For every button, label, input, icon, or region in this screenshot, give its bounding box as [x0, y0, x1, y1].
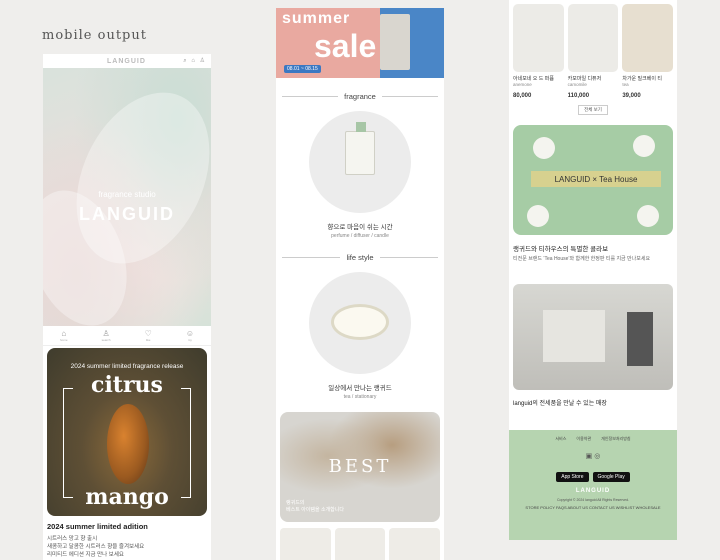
promo-desc-3: 리미티드 에디션 지금 만나 보세요	[47, 552, 124, 558]
hero-subtitle: fragrance studio	[98, 190, 156, 199]
product-list: 아네모네 오 드 퍼퓸 anemone 80,000 카모마일 디퓨저 camo…	[509, 0, 677, 99]
promo-heading: 2024 summer limited adition	[47, 522, 148, 531]
app-store-buttons: App Store Google Play	[513, 472, 673, 482]
store-title: languid의 전세품을 만날 수 있는 매장	[513, 401, 607, 407]
mobile-screen-products: 아네모네 오 드 퍼퓸 anemone 80,000 카모마일 디퓨저 camo…	[509, 0, 677, 540]
chat-icon[interactable]: ▣	[586, 453, 593, 460]
store-shutter	[543, 310, 605, 362]
footer: 서비스 이용약관 개인정보처리방침 ▣ ◎ App Store Google P…	[509, 430, 677, 540]
user-icon[interactable]: ♙	[200, 58, 205, 64]
section-heading-fragrance: fragrance	[276, 92, 444, 101]
tea-desc: 티전문 브랜드 ‘Tea House’와 함께한 한정판 티를 지금 만나보세요	[513, 256, 651, 262]
promo-banner[interactable]: 2024 summer limited fragrance release ci…	[47, 348, 207, 516]
tab-my[interactable]: ☺ my	[185, 328, 194, 342]
footer-link[interactable]: 서비스	[555, 436, 566, 442]
product-card[interactable]: 아네모네 오 드 퍼퓸 anemone 80,000	[513, 4, 564, 99]
tea-title: 랭귀드와 티하우스의 특별한 콜라보	[513, 246, 609, 253]
header-logo[interactable]: LANGUID	[107, 58, 146, 65]
copyright: Copyright © 2024 languid All Rights Rese…	[556, 498, 630, 502]
best-banner[interactable]: BEST 랭귀드의 베스트 아이템을 소개합니다	[280, 412, 440, 522]
mobile-screen-categories: summer sale 08.01 ~ 08.15 fragrance 향으로 …	[276, 8, 444, 560]
mini-product-row	[280, 528, 441, 560]
mobile-screen-home: LANGUID ⌕ ⌂ ♙ fragrance studio LANGUID ⌂…	[43, 54, 211, 560]
mini-product-image[interactable]	[280, 528, 331, 560]
lifestyle-caption: 일상에서 만나는 랭귀드	[328, 385, 392, 392]
heart-icon: ♡	[144, 328, 152, 338]
lifestyle-image[interactable]	[309, 272, 411, 374]
sale-card-image	[380, 14, 410, 70]
product-card[interactable]: 카모마일 디퓨저 camomile 110,000	[567, 4, 619, 99]
best-desc: 랭귀드의 베스트 아이템을 소개합니다	[286, 500, 344, 513]
promo-desc-1: 시트러스 망고 향 출시	[47, 536, 98, 542]
tea-house-banner[interactable]: LANGUID × Tea House	[513, 125, 673, 235]
product-image	[513, 4, 564, 72]
fragrance-caption: 향으로 마음이 쉬는 시간	[327, 224, 393, 231]
sale-banner[interactable]: summer sale 08.01 ~ 08.15	[276, 8, 444, 78]
view-all-button[interactable]: 전체 보기	[578, 105, 608, 115]
product-card[interactable]: 차가운 밀크베이 티 tea 39,000	[622, 4, 674, 99]
fragrance-categories: perfume / diffuser / candle	[331, 233, 389, 239]
promo-title-top: citrus	[91, 372, 163, 398]
tea-house-badge: LANGUID × Tea House	[531, 171, 661, 187]
tab-like[interactable]: ♡ like	[144, 328, 152, 342]
product-price: 39,000	[622, 93, 641, 99]
instagram-icon[interactable]: ◎	[594, 453, 600, 460]
sale-text: sale	[314, 28, 377, 64]
footer-link[interactable]: 이용약관	[576, 436, 591, 442]
promo-subtitle: 2024 summer limited fragrance release	[70, 363, 184, 370]
best-title: BEST	[328, 456, 392, 477]
product-image	[567, 4, 619, 72]
product-name-en: camomile	[567, 82, 587, 87]
hero-banner[interactable]: fragrance studio LANGUID	[43, 68, 211, 340]
promo-title-bottom: mango	[85, 484, 169, 510]
tape-image	[331, 304, 389, 340]
sale-summer-text: summer	[282, 10, 351, 27]
fragrance-image[interactable]	[309, 111, 411, 213]
sns-icons: ▣ ◎	[513, 452, 673, 460]
perfume-bottle-image	[345, 122, 375, 175]
mango-image	[107, 404, 149, 484]
user-icon: ☺	[185, 328, 194, 338]
section-heading-lifestyle: life style	[276, 253, 444, 262]
bracket-left	[63, 388, 73, 498]
footer-links-secondary[interactable]: STORE POLICY FAQS ABOUT US CONTACT US WI…	[513, 505, 673, 510]
product-price: 110,000	[567, 93, 590, 99]
search-icon: ♙	[102, 328, 110, 338]
footer-link[interactable]: 개인정보처리방침	[601, 436, 630, 442]
hero-logo: LANGUID	[79, 204, 175, 224]
bracket-right	[181, 388, 191, 498]
mini-product-image[interactable]	[389, 528, 441, 560]
home-icon: ⌂	[61, 328, 67, 338]
footer-links: 서비스 이용약관 개인정보처리방침	[513, 436, 673, 442]
lifestyle-categories: tea / stationary	[343, 394, 377, 400]
product-name-en: anemone	[513, 82, 532, 87]
product-price: 80,000	[513, 93, 532, 99]
search-icon[interactable]: ⌕	[183, 58, 186, 64]
top-bar: LANGUID ⌕ ⌂ ♙	[43, 54, 211, 68]
mini-product-image[interactable]	[334, 528, 386, 560]
tab-home[interactable]: ⌂ home	[60, 328, 68, 342]
product-name-en: tea	[622, 82, 629, 87]
store-door	[627, 312, 653, 366]
tab-search[interactable]: ♙ search	[102, 328, 111, 342]
bottom-tab-bar: ⌂ home ♙ search ♡ like ☺ my	[43, 326, 211, 346]
product-image	[622, 4, 674, 72]
promo-desc-2: 새콤하고 달콤한 시트러스 향을 즐겨보세요	[47, 544, 145, 550]
app-store-button[interactable]: App Store	[556, 472, 589, 482]
store-image[interactable]	[513, 284, 673, 390]
footer-logo: LANGUID	[575, 488, 611, 494]
google-play-button[interactable]: Google Play	[592, 472, 630, 482]
sale-date-badge: 08.01 ~ 08.15	[284, 65, 321, 73]
page-heading: mobile output	[42, 28, 147, 43]
home-icon[interactable]: ⌂	[191, 58, 195, 64]
